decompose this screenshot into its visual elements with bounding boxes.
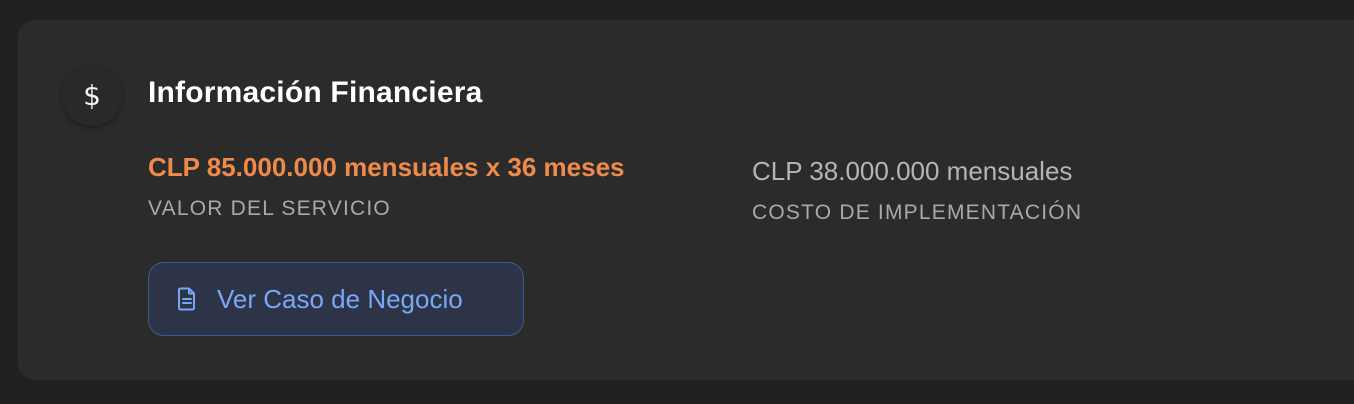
implementation-cost-field: CLP 38.000.000 mensuales COSTO DE IMPLEM… [752,156,1082,225]
financial-info-card: $ Información Financiera CLP 85.000.000 … [18,20,1354,380]
document-icon [175,287,199,311]
card-title: Información Financiera [148,76,483,109]
service-value: CLP 85.000.000 mensuales x 36 meses [148,152,625,182]
implementation-cost-value: CLP 38.000.000 mensuales [752,156,1073,186]
dollar-sign-icon: $ [62,66,122,126]
view-business-case-label: Ver Caso de Negocio [217,283,463,314]
implementation-cost-label: COSTO DE IMPLEMENTACIÓN [752,201,1083,224]
view-business-case-button[interactable]: Ver Caso de Negocio [148,262,524,336]
dollar-sign-glyph: $ [83,79,101,112]
service-value-label: VALOR DEL SERVICIO [148,197,391,220]
service-value-field: CLP 85.000.000 mensuales x 36 meses VALO… [148,152,625,221]
